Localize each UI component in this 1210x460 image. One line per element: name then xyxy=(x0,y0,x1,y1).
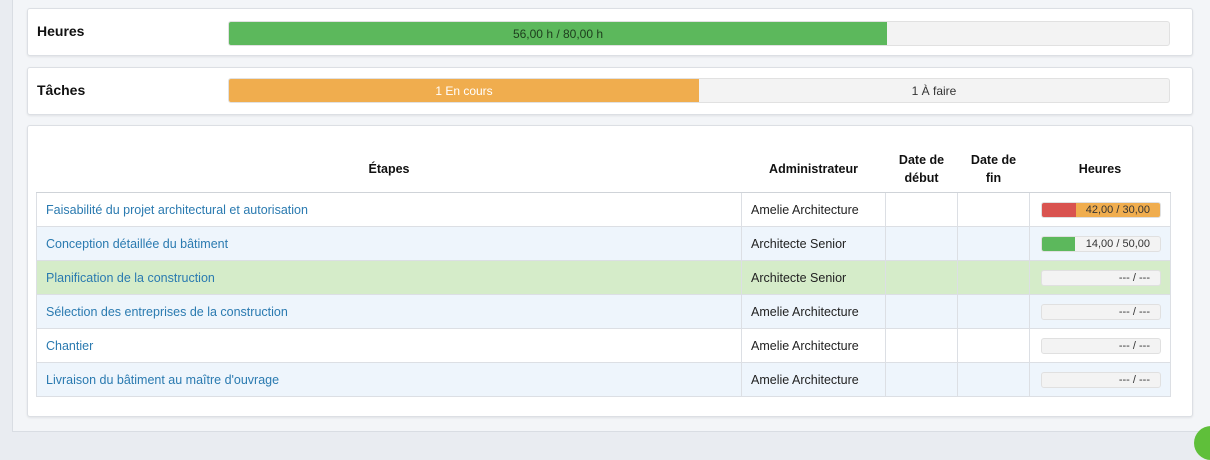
table-row: Livraison du bâtiment au maître d'ouvrag… xyxy=(37,363,1171,397)
column-header-administrateur: Administrateur xyxy=(742,146,886,193)
step-admin-cell: Architecte Senior xyxy=(742,261,886,295)
column-header-date-debut-text: Date de début xyxy=(894,151,950,187)
hours-over-budget-segment xyxy=(1042,203,1076,217)
step-hours-text: --- / --- xyxy=(1119,339,1150,353)
step-start-date-cell xyxy=(886,329,958,363)
table-row: Chantier Amelie Architecture --- / --- xyxy=(37,329,1171,363)
steps-table: Étapes Administrateur Date de début Date… xyxy=(36,146,1171,397)
hours-label: Heures xyxy=(37,23,84,39)
step-link[interactable]: Faisabilité du projet architectural et a… xyxy=(46,203,308,217)
steps-table-header: Étapes Administrateur Date de début Date… xyxy=(37,146,1171,193)
step-link[interactable]: Livraison du bâtiment au maître d'ouvrag… xyxy=(46,373,279,387)
step-name-cell: Planification de la construction xyxy=(37,261,742,295)
step-start-date-cell xyxy=(886,193,958,227)
table-row: Planification de la construction Archite… xyxy=(37,261,1171,295)
step-hours-bar: 42,00 / 30,00 xyxy=(1041,202,1161,218)
step-link[interactable]: Chantier xyxy=(46,339,93,353)
step-admin-cell: Amelie Architecture xyxy=(742,329,886,363)
step-hours-cell: 42,00 / 30,00 xyxy=(1030,193,1171,227)
step-admin-cell: Architecte Senior xyxy=(742,227,886,261)
step-hours-bar: --- / --- xyxy=(1041,372,1161,388)
step-link[interactable]: Planification de la construction xyxy=(46,271,215,285)
column-header-date-debut: Date de début xyxy=(886,146,958,193)
column-header-heures: Heures xyxy=(1030,146,1171,193)
step-start-date-cell xyxy=(886,363,958,397)
step-name-cell: Livraison du bâtiment au maître d'ouvrag… xyxy=(37,363,742,397)
step-hours-text: --- / --- xyxy=(1119,373,1150,387)
table-row: Conception détaillée du bâtiment Archite… xyxy=(37,227,1171,261)
tasks-in-progress-label: 1 En cours xyxy=(229,79,699,102)
table-row: Sélection des entreprises de la construc… xyxy=(37,295,1171,329)
hours-done-segment xyxy=(1042,237,1075,251)
column-header-date-fin-text: Date de fin xyxy=(966,151,1022,187)
step-name-cell: Sélection des entreprises de la construc… xyxy=(37,295,742,329)
step-end-date-cell xyxy=(958,295,1030,329)
step-hours-bar: --- / --- xyxy=(1041,270,1161,286)
step-hours-cell: --- / --- xyxy=(1030,295,1171,329)
step-end-date-cell xyxy=(958,193,1030,227)
hours-progress-text: 56,00 h / 80,00 h xyxy=(229,22,887,45)
step-hours-text: --- / --- xyxy=(1119,305,1150,319)
step-name-cell: Chantier xyxy=(37,329,742,363)
step-link[interactable]: Conception détaillée du bâtiment xyxy=(46,237,228,251)
step-hours-bar: --- / --- xyxy=(1041,304,1161,320)
step-hours-text: --- / --- xyxy=(1119,271,1150,285)
step-admin-cell: Amelie Architecture xyxy=(742,363,886,397)
step-end-date-cell xyxy=(958,261,1030,295)
tasks-summary-card: Tâches 1 En cours 1 À faire xyxy=(27,67,1193,115)
hours-progress-bar: 56,00 h / 80,00 h xyxy=(228,21,1170,46)
step-link[interactable]: Sélection des entreprises de la construc… xyxy=(46,305,288,319)
step-admin-cell: Amelie Architecture xyxy=(742,193,886,227)
tasks-label: Tâches xyxy=(37,82,85,98)
step-end-date-cell xyxy=(958,329,1030,363)
step-hours-cell: 14,00 / 50,00 xyxy=(1030,227,1171,261)
tasks-progress-bar: 1 En cours 1 À faire xyxy=(228,78,1170,103)
step-end-date-cell xyxy=(958,227,1030,261)
column-header-date-fin: Date de fin xyxy=(958,146,1030,193)
step-hours-text: 14,00 / 50,00 xyxy=(1086,237,1150,251)
step-hours-cell: --- / --- xyxy=(1030,363,1171,397)
column-header-etapes: Étapes xyxy=(37,146,742,193)
step-hours-cell: --- / --- xyxy=(1030,329,1171,363)
tasks-todo-label[interactable]: 1 À faire xyxy=(699,79,1169,102)
step-end-date-cell xyxy=(958,363,1030,397)
table-row: Faisabilité du projet architectural et a… xyxy=(37,193,1171,227)
step-hours-text: 42,00 / 30,00 xyxy=(1086,203,1150,217)
step-start-date-cell xyxy=(886,227,958,261)
step-name-cell: Faisabilité du projet architectural et a… xyxy=(37,193,742,227)
step-name-cell: Conception détaillée du bâtiment xyxy=(37,227,742,261)
step-admin-cell: Amelie Architecture xyxy=(742,295,886,329)
step-start-date-cell xyxy=(886,295,958,329)
step-hours-bar: 14,00 / 50,00 xyxy=(1041,236,1161,252)
step-hours-cell: --- / --- xyxy=(1030,261,1171,295)
step-start-date-cell xyxy=(886,261,958,295)
step-hours-bar: --- / --- xyxy=(1041,338,1161,354)
hours-summary-card: Heures 56,00 h / 80,00 h xyxy=(27,8,1193,56)
